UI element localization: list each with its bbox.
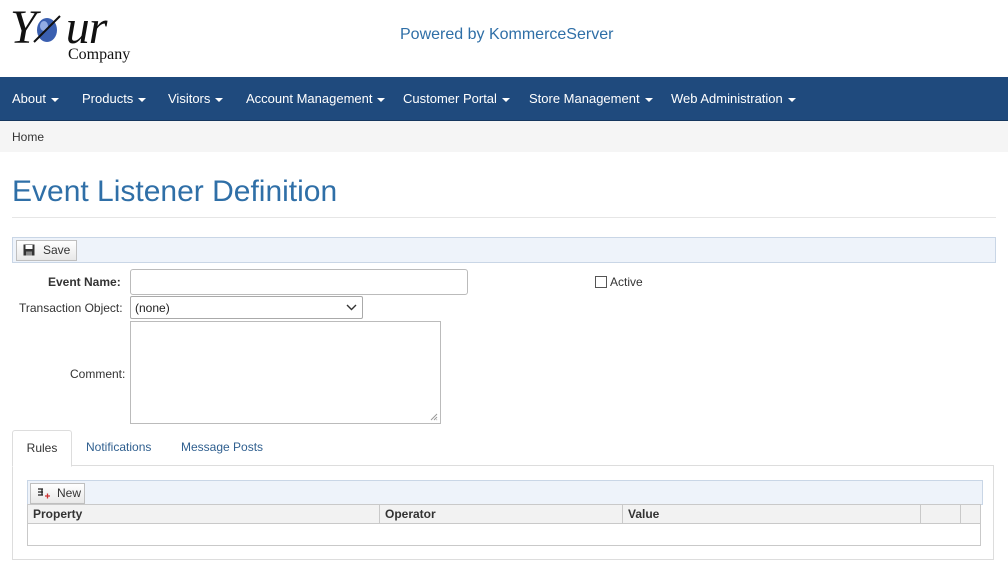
tab-notifications-label: Notifications [86,440,152,454]
new-rule-button[interactable]: New [30,483,85,504]
nav-web-administration[interactable]: Web Administration [671,77,796,120]
logo-subtext: Company [68,46,131,63]
save-button[interactable]: Save [16,240,77,261]
nav-products-label: Products [82,91,134,106]
caret-down-icon [787,97,796,102]
main-navbar: About Products Visitors Account Manageme… [0,77,1008,121]
resize-grip-icon[interactable] [430,413,438,421]
tab-notifications[interactable]: Notifications [86,430,151,465]
column-action-1 [921,505,961,523]
company-logo[interactable]: Yur Company [10,4,145,66]
active-checkbox[interactable] [595,276,607,288]
caret-down-icon [644,97,653,102]
header: Yur Company Powered by KommerceServer [0,0,1008,77]
nav-web-administration-label: Web Administration [671,91,783,106]
rules-grid-header: Property Operator Value [28,505,980,524]
nav-about[interactable]: About [12,77,59,120]
column-property[interactable]: Property [28,505,380,523]
column-value[interactable]: Value [623,505,921,523]
tab-rules[interactable]: Rules [12,430,72,467]
caret-down-icon [377,97,386,102]
tab-rules-label: Rules [26,441,58,455]
form-toolbar: Save [12,237,996,263]
rules-grid-toolbar: New [27,480,983,505]
powered-by-text: Powered by KommerceServer [400,26,614,43]
comment-textarea[interactable] [130,321,441,424]
nav-visitors-label: Visitors [168,91,211,106]
column-action-2 [961,505,980,523]
nav-account-management[interactable]: Account Management [246,77,386,120]
chevron-down-icon [346,304,357,311]
nav-products[interactable]: Products [82,77,147,120]
title-divider [12,217,996,218]
nav-customer-portal[interactable]: Customer Portal [403,77,510,120]
transaction-object-select[interactable]: (none) [130,296,363,319]
nav-visitors[interactable]: Visitors [168,77,224,120]
save-icon [23,244,35,256]
caret-down-icon [215,97,224,102]
nav-account-management-label: Account Management [246,91,373,106]
page-title: Event Listener Definition [12,175,338,208]
tab-message-posts[interactable]: Message Posts [181,430,263,465]
new-rule-icon [38,488,50,499]
nav-customer-portal-label: Customer Portal [403,91,497,106]
active-label: Active [610,275,643,289]
tab-message-posts-label: Message Posts [181,440,264,454]
column-operator[interactable]: Operator [380,505,623,523]
nav-store-management[interactable]: Store Management [529,77,653,120]
event-name-input[interactable] [130,269,468,295]
breadcrumb: Home [0,121,1008,152]
nav-about-label: About [12,91,46,106]
logo-globe-icon [33,15,61,43]
caret-down-icon [138,97,147,102]
transaction-object-value: (none) [135,301,170,315]
transaction-object-label: Transaction Object: [19,301,123,315]
comment-label: Comment: [70,367,126,381]
caret-down-icon [501,97,510,102]
breadcrumb-home[interactable]: Home [12,130,44,144]
nav-store-management-label: Store Management [529,91,640,106]
rules-grid: Property Operator Value [27,504,981,546]
save-button-label: Save [43,243,71,257]
caret-down-icon [50,97,59,102]
new-rule-label: New [57,486,82,500]
event-name-label: Event Name: [48,275,121,289]
